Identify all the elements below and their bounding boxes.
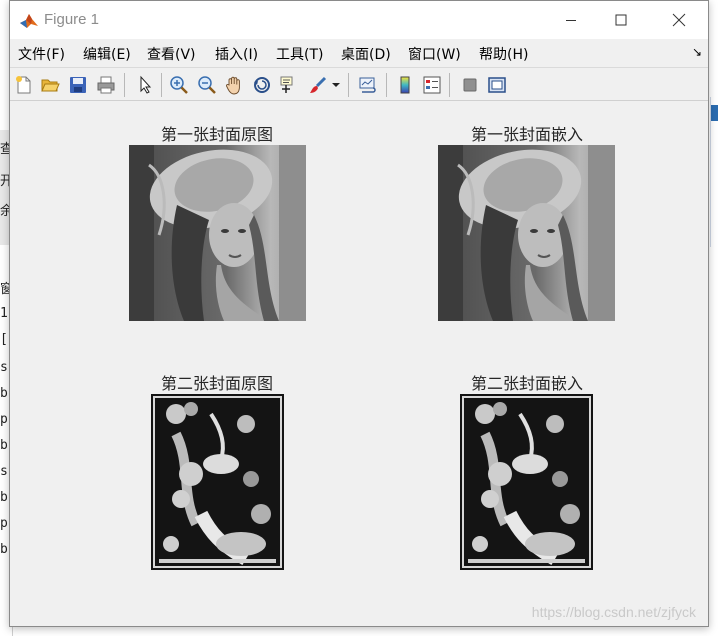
zoom-out-icon <box>198 76 216 94</box>
zoom-out-button[interactable] <box>196 74 218 96</box>
data-cursor-icon <box>280 76 293 93</box>
show-plot-tools-icon <box>488 77 506 93</box>
rotate-3d-icon <box>254 77 270 93</box>
insert-colorbar-button[interactable] <box>394 74 416 96</box>
menu-view[interactable]: 查看(V) <box>147 44 196 64</box>
data-cursor-button[interactable] <box>278 74 300 96</box>
new-figure-button[interactable] <box>13 74 35 96</box>
print-button[interactable] <box>95 74 117 96</box>
toolbar-separator <box>161 73 162 97</box>
portrait-embedded-image[interactable] <box>438 145 615 321</box>
show-plot-tools-button[interactable] <box>486 74 508 96</box>
background-selection-stripe <box>711 105 718 121</box>
matlab-logo-icon <box>20 14 38 28</box>
insert-legend-icon <box>423 76 441 94</box>
maximize-icon <box>615 14 627 26</box>
menu-file[interactable]: 文件(F) <box>18 44 65 64</box>
save-button[interactable] <box>67 74 89 96</box>
save-icon <box>70 77 86 93</box>
zoom-in-icon <box>170 76 188 94</box>
open-file-button[interactable] <box>39 74 61 96</box>
figure-canvas[interactable]: 第一张封面原图 第一张封面嵌入 第二张封面原图 第二张封面嵌入 https://… <box>10 101 708 626</box>
figure-window: Figure 1 文件(F) 编辑(E) 查看(V) 插入(I) 工具(T) 桌… <box>9 0 709 627</box>
maximize-button[interactable] <box>598 1 644 39</box>
background-right-window <box>710 97 718 247</box>
menu-edit[interactable]: 编辑(E) <box>83 44 131 64</box>
menu-desktop[interactable]: 桌面(D) <box>341 44 391 64</box>
toolbar-separator <box>124 73 125 97</box>
link-plot-button[interactable] <box>357 74 379 96</box>
watermark: https://blog.csdn.net/zjfyck <box>531 604 696 620</box>
hide-plot-tools-icon <box>463 78 477 92</box>
minimize-icon <box>566 20 576 21</box>
brush-icon <box>310 76 327 93</box>
subplot-title-3: 第二张封面原图 <box>160 374 274 393</box>
window-title: Figure 1 <box>44 11 100 28</box>
link-plot-icon <box>359 77 376 93</box>
insert-legend-button[interactable] <box>421 74 443 96</box>
title-bar[interactable]: Figure 1 <box>10 1 708 39</box>
figure-toolbar <box>10 67 708 101</box>
open-file-icon <box>41 79 60 92</box>
hide-plot-tools-button[interactable] <box>459 74 481 96</box>
close-button[interactable] <box>656 1 702 39</box>
menu-insert[interactable]: 插入(I) <box>215 44 258 64</box>
menu-window[interactable]: 窗口(W) <box>408 44 461 64</box>
rotate-3d-button[interactable] <box>251 74 273 96</box>
minimize-button[interactable] <box>548 1 594 39</box>
dock-figure-icon[interactable]: ↘ <box>692 45 702 59</box>
engraving-embedded-image[interactable] <box>460 394 593 570</box>
subplot-title-1: 第一张封面原图 <box>160 125 274 144</box>
toolbar-separator <box>449 73 450 97</box>
insert-colorbar-icon <box>400 76 410 94</box>
select-arrow-button[interactable] <box>134 74 156 96</box>
toolbar-separator <box>386 73 387 97</box>
brush-button[interactable] <box>307 74 329 96</box>
new-figure-icon <box>16 76 31 94</box>
zoom-in-button[interactable] <box>168 74 190 96</box>
print-icon <box>97 76 115 94</box>
chevron-down-icon <box>332 83 340 87</box>
pan-button[interactable] <box>223 74 245 96</box>
portrait-image[interactable] <box>129 145 306 321</box>
select-arrow-icon <box>140 75 152 94</box>
menu-help[interactable]: 帮助(H) <box>479 44 528 64</box>
subplot-title-2: 第一张封面嵌入 <box>470 125 584 144</box>
pan-hand-icon <box>226 76 240 95</box>
engraving-image[interactable] <box>151 394 284 570</box>
close-icon <box>672 13 686 27</box>
menu-bar: 文件(F) 编辑(E) 查看(V) 插入(I) 工具(T) 桌面(D) 窗口(W… <box>10 39 708 67</box>
menu-tools[interactable]: 工具(T) <box>276 44 323 64</box>
brush-dropdown-button[interactable] <box>330 74 342 96</box>
subplot-title-4: 第二张封面嵌入 <box>470 374 584 393</box>
toolbar-separator <box>348 73 349 97</box>
